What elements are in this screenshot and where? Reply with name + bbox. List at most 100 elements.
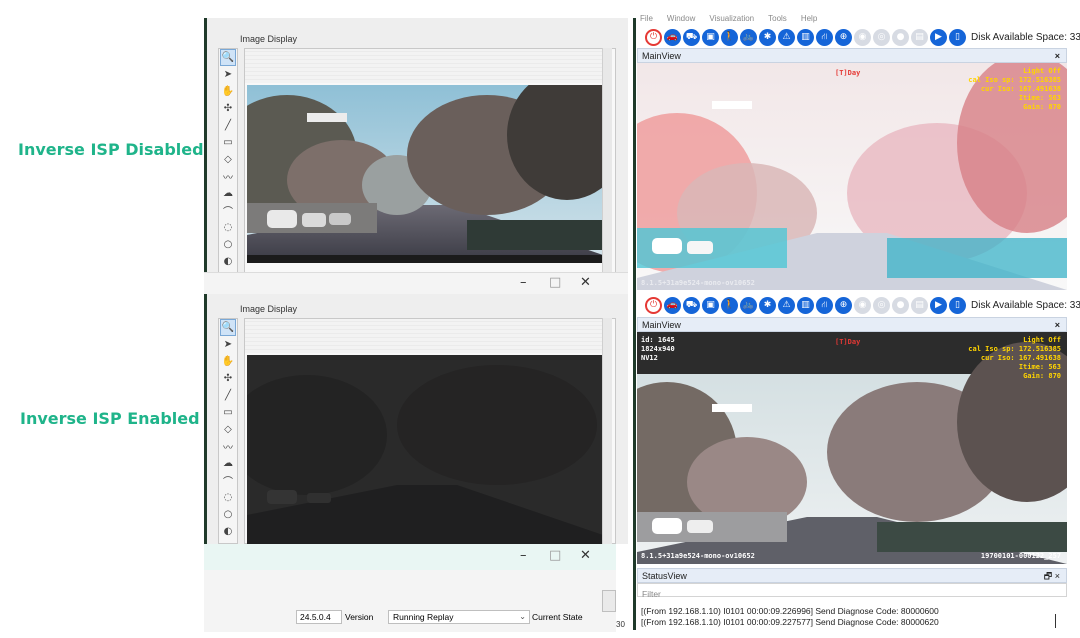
- disabled-icon-2[interactable]: ◎: [873, 296, 890, 314]
- ellipse-tool-icon[interactable]: ○: [220, 236, 236, 253]
- menu-help[interactable]: Help: [801, 14, 817, 26]
- warning-icon[interactable]: ⚠: [778, 28, 795, 46]
- diamond-tool-icon[interactable]: ◇: [220, 151, 236, 168]
- mainview-canvas-bottom[interactable]: id: 1645 1824x940 NV12 [T]Day Light Off …: [637, 332, 1067, 564]
- disabled-icon-1[interactable]: ◉: [854, 296, 871, 314]
- crosshair-tool-icon[interactable]: ✣: [220, 100, 236, 117]
- status-filter-input[interactable]: Filter: [637, 583, 1067, 599]
- bus-icon[interactable]: ▣: [702, 28, 719, 46]
- disk-icon[interactable]: ▯: [949, 28, 966, 46]
- traffic-light-icon[interactable]: ✱: [759, 296, 776, 314]
- disk-available-space: Disk Available Space: 338: [971, 299, 1080, 311]
- stat-cur-iso: cur Iso: 167.491638: [980, 354, 1061, 362]
- pointer-tool-icon[interactable]: ➤: [220, 66, 236, 83]
- line-tool-icon[interactable]: ╱: [220, 117, 236, 134]
- disabled-icon-1[interactable]: ◉: [854, 28, 871, 46]
- road-icon[interactable]: ⛙: [816, 28, 833, 46]
- polyline-tool-icon[interactable]: 〰: [220, 438, 236, 455]
- fill-tool-icon[interactable]: ◐: [220, 253, 236, 270]
- power-icon[interactable]: ⏻: [645, 296, 662, 314]
- statusview-header: StatusView 🗗 ×: [637, 568, 1067, 583]
- record-icon[interactable]: ▶: [930, 296, 947, 314]
- lane-icon[interactable]: ▥: [797, 296, 814, 314]
- state-select[interactable]: Running Replay ⌄: [388, 610, 530, 624]
- lane-icon[interactable]: ▥: [797, 28, 814, 46]
- disabled-icon-3[interactable]: ●: [892, 296, 909, 314]
- disk-icon[interactable]: ▯: [949, 296, 966, 314]
- road-icon[interactable]: ⛙: [816, 296, 833, 314]
- cloud-tool-icon[interactable]: ☁: [220, 185, 236, 202]
- diamond-tool-icon[interactable]: ◇: [220, 421, 236, 438]
- mainview-header: MainView ×: [637, 317, 1067, 332]
- day-indicator: [T]Day: [835, 338, 861, 346]
- image-display-title: Image Display: [240, 34, 298, 44]
- bus-icon[interactable]: ▣: [702, 296, 719, 314]
- menu-window[interactable]: Window: [667, 14, 695, 26]
- hand-tool-icon[interactable]: ✋: [220, 353, 236, 370]
- vertical-scrollbar[interactable]: [602, 48, 612, 290]
- polyline-tool-icon[interactable]: 〰: [220, 168, 236, 185]
- record-icon[interactable]: ▶: [930, 28, 947, 46]
- close-button[interactable]: ✕: [580, 548, 591, 563]
- vehicle-icon[interactable]: ⛟: [683, 28, 700, 46]
- disabled-icon-3[interactable]: ●: [892, 28, 909, 46]
- stat-cal-iso: cal Iso sp: 172.516385: [968, 345, 1061, 353]
- zoom-tool-icon[interactable]: 🔍: [220, 49, 236, 66]
- side-button[interactable]: [602, 590, 616, 612]
- statusview-window-controls[interactable]: 🗗 ×: [1044, 569, 1060, 583]
- bicycle-icon[interactable]: 🚲: [740, 28, 757, 46]
- cloud-tool-icon[interactable]: ☁: [220, 455, 236, 472]
- disabled-icon-2[interactable]: ◎: [873, 28, 890, 46]
- mainview-title: MainView: [642, 320, 681, 330]
- zoom-tool-icon[interactable]: 🔍: [220, 319, 236, 336]
- bicycle-icon[interactable]: 🚲: [740, 296, 757, 314]
- close-icon[interactable]: ×: [1055, 318, 1060, 332]
- disabled-icon-4[interactable]: ▤: [911, 28, 928, 46]
- chevron-down-icon: ⌄: [519, 612, 526, 621]
- filter-placeholder: Filter: [642, 589, 661, 599]
- lasso-tool-icon[interactable]: ◌: [220, 219, 236, 236]
- pedestrian-icon[interactable]: 🚶: [721, 28, 738, 46]
- disabled-icon-4[interactable]: ▤: [911, 296, 928, 314]
- image-canvas[interactable]: [244, 48, 616, 290]
- vehicle-icon[interactable]: ⛟: [683, 296, 700, 314]
- minimize-button[interactable]: –: [520, 275, 527, 290]
- lasso-tool-icon[interactable]: ◌: [220, 489, 236, 506]
- power-icon[interactable]: ⏻: [645, 28, 662, 46]
- pedestrian-icon[interactable]: 🚶: [721, 296, 738, 314]
- ellipse-tool-icon[interactable]: ○: [220, 506, 236, 523]
- stat-cal-iso: cal Iso sp: 172.516385: [968, 76, 1061, 84]
- crosshair-tool-icon[interactable]: ✣: [220, 370, 236, 387]
- grid-icon[interactable]: ⊕: [835, 28, 852, 46]
- image-display-title: Image Display: [240, 304, 298, 314]
- menu-tools[interactable]: Tools: [768, 14, 787, 26]
- maximize-button[interactable]: □: [549, 548, 561, 563]
- close-icon[interactable]: ×: [1055, 49, 1060, 63]
- vertical-scrollbar[interactable]: [602, 318, 612, 544]
- close-button[interactable]: ✕: [580, 275, 591, 290]
- fill-tool-icon[interactable]: ◐: [220, 523, 236, 540]
- traffic-light-icon[interactable]: ✱: [759, 28, 776, 46]
- mainview-canvas-top[interactable]: [T]Day Light Off cal Iso sp: 172.516385 …: [637, 63, 1067, 290]
- menu-file[interactable]: File: [640, 14, 653, 26]
- canvas-blank-area: [245, 319, 605, 353]
- mainview-title: MainView: [642, 51, 681, 61]
- frame-id: id: 1645: [641, 336, 675, 344]
- car-icon[interactable]: 🚗: [664, 296, 681, 314]
- car-icon[interactable]: 🚗: [664, 28, 681, 46]
- pointer-tool-icon[interactable]: ➤: [220, 336, 236, 353]
- log-scroll-caret: [1055, 614, 1056, 628]
- hand-tool-icon[interactable]: ✋: [220, 83, 236, 100]
- curve-tool-icon[interactable]: ⌒: [220, 472, 236, 489]
- menu-visualization[interactable]: Visualization: [709, 14, 754, 26]
- line-tool-icon[interactable]: ╱: [220, 387, 236, 404]
- minimize-button[interactable]: –: [520, 548, 527, 563]
- maximize-button[interactable]: □: [549, 275, 561, 290]
- grid-icon[interactable]: ⊕: [835, 296, 852, 314]
- image-canvas[interactable]: [244, 318, 616, 545]
- rectangle-tool-icon[interactable]: ▭: [220, 404, 236, 421]
- curve-tool-icon[interactable]: ⌒: [220, 202, 236, 219]
- version-label: Version: [345, 612, 374, 622]
- rectangle-tool-icon[interactable]: ▭: [220, 134, 236, 151]
- warning-icon[interactable]: ⚠: [778, 296, 795, 314]
